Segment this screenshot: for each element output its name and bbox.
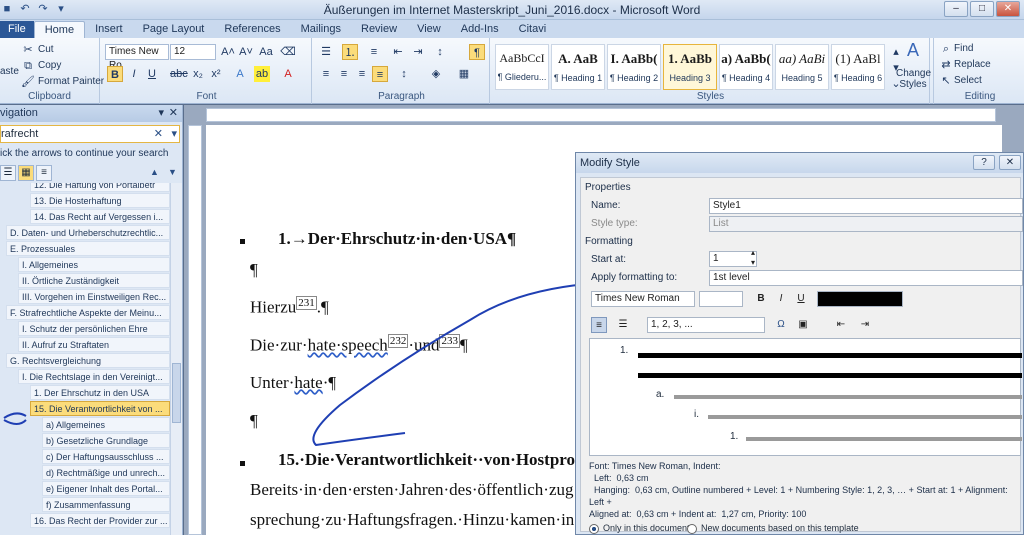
help-button[interactable]: ?: [973, 155, 995, 170]
preview-line: [638, 353, 1022, 358]
apply-formatting-select[interactable]: 1st level: [709, 270, 1023, 286]
bullets-icon[interactable]: ☰: [615, 317, 631, 333]
preview-level-1-number: 1.: [620, 345, 629, 356]
insert-symbol-icon[interactable]: Ω: [773, 317, 789, 333]
increase-indent-icon[interactable]: ⇥: [857, 317, 873, 333]
bold-icon[interactable]: B: [753, 291, 769, 307]
dialog-body: Properties Name: Style1 Style type: List…: [580, 177, 1023, 534]
name-input[interactable]: Style1: [709, 198, 1023, 214]
numbering-style-select[interactable]: 1, 2, 3, ...: [647, 317, 765, 333]
preview-line: [708, 415, 1022, 419]
formatting-section-label: Formatting: [585, 236, 633, 247]
insert-picture-icon[interactable]: ▣: [795, 317, 811, 333]
dialog-title-bar: Modify Style ? ✕: [576, 153, 1023, 173]
font-name-select[interactable]: Times New Roman: [591, 291, 695, 307]
modify-style-dialog: Modify Style ? ✕ Properties Name: Style1…: [575, 152, 1024, 535]
preview-level-4-number: 1.: [730, 431, 739, 442]
style-preview-pane: 1. a. i. 1.: [589, 338, 1022, 456]
preview-line: [746, 437, 1022, 441]
close-dialog-button[interactable]: ✕: [999, 155, 1021, 170]
apply-formatting-label: Apply formatting to:: [591, 272, 678, 283]
start-at-label: Start at:: [591, 254, 627, 265]
style-type-label: Style type:: [591, 218, 638, 229]
new-documents-template-option[interactable]: New documents based on this template: [687, 523, 859, 534]
properties-section-label: Properties: [585, 182, 631, 193]
radio-label: Only in this document: [603, 523, 690, 533]
font-size-select[interactable]: [699, 291, 743, 307]
numbering-icon[interactable]: ≡: [591, 317, 607, 333]
name-label: Name:: [591, 200, 621, 211]
dialog-title: Modify Style: [580, 157, 640, 169]
preview-level-3-number: i.: [694, 409, 699, 420]
style-description: Font: Times New Roman, Indent: Left: 0,6…: [589, 461, 1008, 519]
preview-line: [674, 395, 1022, 399]
pen-stroke-arrow-left: [3, 412, 27, 419]
preview-line: [638, 373, 1022, 378]
radio-label: New documents based on this template: [701, 523, 859, 533]
underline-icon[interactable]: U: [793, 291, 809, 307]
decrease-indent-icon[interactable]: ⇤: [833, 317, 849, 333]
pen-stroke-line: [312, 282, 601, 447]
pen-stroke-arrow-left-2: [3, 419, 27, 425]
font-color-select[interactable]: [817, 291, 903, 307]
word-window: ■ ↶ ↷ ▾ Äußerungen im Internet Masterskr…: [0, 0, 1024, 535]
radio-unselected-icon: [687, 523, 697, 534]
spin-down-icon[interactable]: ▾: [745, 258, 761, 268]
style-type-select[interactable]: List: [709, 216, 1023, 232]
only-this-document-option[interactable]: Only in this document: [589, 523, 690, 534]
radio-selected-icon: [589, 523, 599, 534]
preview-level-2-number: a.: [656, 389, 665, 400]
spin-up-icon[interactable]: ▴: [745, 248, 761, 258]
italic-icon[interactable]: I: [773, 291, 789, 307]
